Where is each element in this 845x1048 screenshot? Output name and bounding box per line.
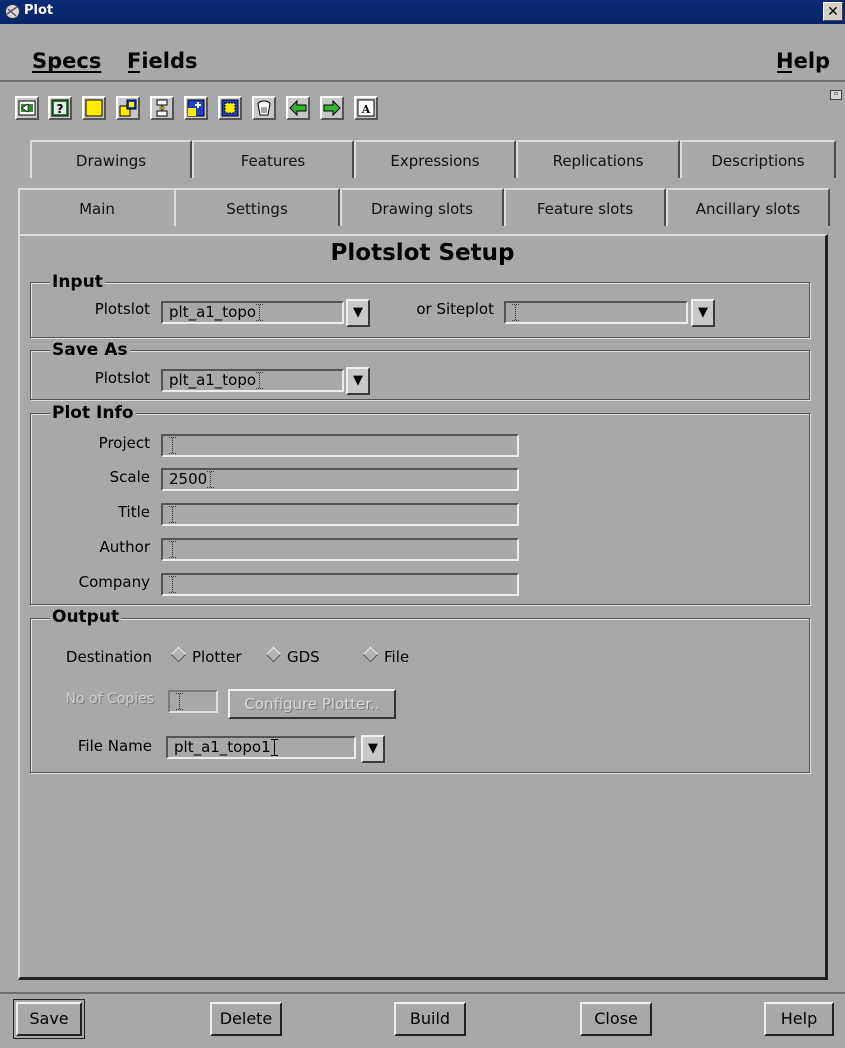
help-icon[interactable]: ? (48, 96, 72, 120)
menu-help-label: Help (776, 49, 831, 73)
filename-value: plt_a1_topo1 (174, 738, 271, 756)
tab-features[interactable]: Features (192, 140, 354, 178)
configure-plotter-button[interactable]: Configure Plotter.. (228, 689, 396, 719)
input-plotslot-field[interactable]: plt_a1_topo (161, 301, 344, 324)
text-cursor-icon (169, 576, 176, 593)
scale-value: 2500 (169, 470, 208, 488)
input-plotslot-dropdown-button[interactable]: ▼ (346, 299, 370, 327)
destination-label: Destination (65, 648, 152, 666)
text-cursor-icon (169, 541, 176, 558)
select-icon[interactable] (218, 96, 242, 120)
filename-label: File Name (77, 737, 152, 755)
text-cursor-icon (256, 372, 264, 389)
menu-bar: Specs Fields Help (0, 24, 845, 82)
add-icon[interactable] (184, 96, 208, 120)
svg-text:A: A (361, 103, 371, 116)
copies-label: No of Copies (65, 691, 154, 707)
siteplot-label: or Siteplot (416, 300, 494, 318)
menu-specs-label: Specs (32, 49, 102, 73)
copy-icon[interactable] (116, 96, 140, 120)
radio-file-label: File (384, 648, 410, 666)
menu-fields[interactable]: Fields (127, 49, 198, 73)
tab-replications[interactable]: Replications (516, 140, 680, 178)
radio-diamond-icon (170, 646, 187, 663)
tab-drawings[interactable]: Drawings (30, 140, 192, 178)
menu-help[interactable]: Help (776, 49, 830, 73)
build-button[interactable]: Build (394, 1002, 466, 1036)
siteplot-field[interactable] (504, 301, 688, 324)
tab-settings[interactable]: Settings (174, 188, 340, 226)
radio-gds-label: GDS (287, 648, 320, 666)
back-icon[interactable] (286, 96, 310, 120)
window-title: Plot (24, 3, 54, 18)
project-label: Project (98, 434, 150, 452)
project-field[interactable] (161, 434, 519, 457)
tab-main[interactable]: Main (18, 188, 174, 236)
mnemonic-underline (33, 71, 46, 73)
filename-field[interactable]: plt_a1_topo1 (166, 736, 356, 759)
forward-icon[interactable] (320, 96, 344, 120)
tab-descriptions[interactable]: Descriptions (680, 140, 836, 178)
main-panel (18, 234, 828, 980)
tab-expressions[interactable]: Expressions (354, 140, 516, 178)
radio-file[interactable]: File (362, 646, 410, 666)
input-group-title: Input (50, 272, 105, 292)
text-cursor-icon (176, 693, 183, 710)
text-icon[interactable]: A (354, 96, 378, 120)
text-cursor-icon (256, 304, 264, 321)
company-field[interactable] (161, 573, 519, 596)
text-cursor-icon (169, 437, 176, 454)
radio-diamond-icon (265, 646, 282, 663)
radio-diamond-icon (362, 646, 379, 663)
svg-text:?: ? (57, 102, 64, 116)
mnemonic-underline (777, 71, 792, 73)
save-as-plotslot-field[interactable]: plt_a1_topo (161, 369, 344, 392)
copies-field[interactable] (168, 690, 218, 713)
save-button[interactable]: Save (13, 999, 85, 1039)
tree-icon[interactable] (150, 96, 174, 120)
toolbar: ? A ▫ (0, 84, 845, 128)
app-icon (5, 4, 20, 19)
menu-fields-label: Fields (127, 49, 198, 73)
title-bar: Plot ✕ (0, 0, 845, 24)
close-button[interactable]: Close (580, 1002, 652, 1036)
exit-icon[interactable] (15, 96, 39, 120)
page-title: Plotslot Setup (330, 240, 515, 266)
title-field[interactable] (161, 503, 519, 526)
radio-gds[interactable]: GDS (265, 646, 320, 666)
close-window-button[interactable]: ✕ (823, 2, 843, 21)
save-as-plotslot-label: Plotslot (94, 369, 150, 387)
mnemonic-underline (128, 71, 140, 73)
output-group-title: Output (50, 607, 122, 627)
tab-drawing-slots[interactable]: Drawing slots (340, 188, 504, 226)
author-field[interactable] (161, 538, 519, 561)
text-cursor-icon (270, 739, 278, 756)
tab-ancillary-slots[interactable]: Ancillary slots (666, 188, 830, 226)
delete-button[interactable]: Delete (210, 1002, 282, 1036)
text-cursor-icon (169, 506, 176, 523)
delete-icon[interactable] (252, 96, 276, 120)
author-label: Author (99, 538, 150, 556)
siteplot-dropdown-button[interactable]: ▼ (691, 299, 715, 327)
title-label: Title (117, 503, 150, 521)
help-button[interactable]: Help (764, 1002, 834, 1036)
input-plotslot-label: Plotslot (94, 300, 150, 318)
save-as-group-title: Save As (50, 340, 130, 360)
plot-info-group-title: Plot Info (50, 403, 136, 423)
radio-plotter[interactable]: Plotter (170, 646, 242, 666)
company-label: Company (78, 573, 150, 591)
save-as-plotslot-value: plt_a1_topo (169, 371, 257, 389)
save-as-plotslot-dropdown-button[interactable]: ▼ (346, 367, 370, 395)
tab-feature-slots[interactable]: Feature slots (504, 188, 666, 226)
filename-dropdown-button[interactable]: ▼ (361, 735, 385, 763)
text-cursor-icon (207, 471, 215, 488)
scale-field[interactable]: 2500 (161, 468, 519, 491)
radio-plotter-label: Plotter (192, 648, 242, 666)
new-icon[interactable] (82, 96, 106, 120)
scale-label: Scale (109, 468, 150, 486)
input-plotslot-value: plt_a1_topo (169, 303, 257, 321)
restore-icon[interactable]: ▫ (830, 90, 842, 100)
text-cursor-icon (512, 304, 519, 321)
menu-specs[interactable]: Specs (32, 49, 101, 73)
